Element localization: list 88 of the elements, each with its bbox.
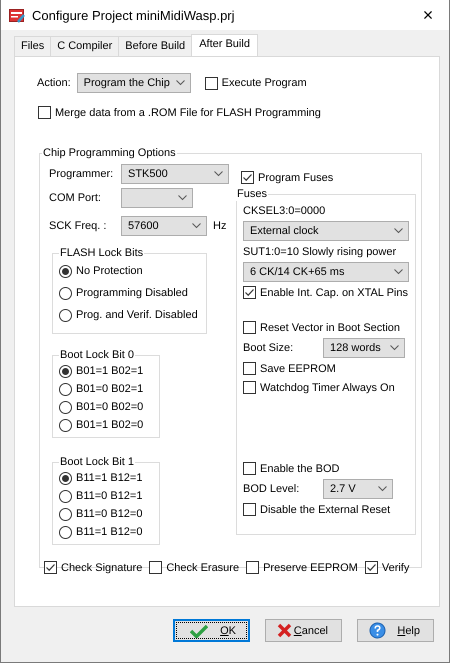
tab[interactable]: After Build — [191, 34, 258, 56]
radio-option[interactable]: Programming Disabled — [59, 282, 200, 304]
radio-button[interactable] — [59, 308, 72, 322]
checkbox[interactable]: Program Fuses — [241, 171, 416, 184]
checkbox[interactable]: Preserve EEPROM — [246, 561, 358, 574]
radio-option[interactable]: B01=0 B02=1 — [59, 380, 153, 398]
help-icon — [369, 622, 386, 639]
checkbox[interactable]: Enable the BOD — [243, 462, 340, 475]
window-title: Configure Project miniMidiWasp.prj — [32, 8, 236, 22]
checkbox-icon[interactable] — [243, 321, 256, 334]
ok-button[interactable]: OK — [173, 619, 250, 642]
field-label: BOD Level: — [243, 483, 300, 495]
checkbox[interactable]: Disable the External Reset — [243, 503, 390, 516]
radio-option[interactable]: B01=0 B02=0 — [59, 398, 153, 416]
chevron-down-icon — [192, 223, 201, 229]
dropdown[interactable]: 57600 — [121, 216, 207, 236]
checkbox[interactable]: Watchdog Timer Always On — [243, 381, 395, 394]
x-icon — [277, 623, 292, 638]
checkbox[interactable]: Reset Vector in Boot Section — [243, 321, 400, 334]
dropdown[interactable]: 2.7 V — [323, 479, 393, 499]
checkbox-icon[interactable] — [243, 362, 256, 375]
help-button[interactable]: Help — [357, 619, 434, 642]
radio-button[interactable] — [59, 264, 72, 278]
fuse-label: SUT1:0=10 Slowly rising power — [243, 246, 396, 258]
chevron-down-icon — [214, 171, 223, 177]
checkmark-icon — [190, 624, 208, 638]
chevron-down-icon — [394, 269, 403, 275]
checkbox-icon[interactable] — [246, 561, 260, 574]
radio-button[interactable] — [59, 418, 72, 432]
tab[interactable]: Files — [14, 36, 52, 56]
checkbox[interactable]: Enable Int. Cap. on XTAL Pins — [243, 286, 408, 299]
radio-option[interactable]: B11=0 B12=1 — [59, 487, 153, 505]
checkbox[interactable]: Verify — [364, 561, 410, 574]
radio-button[interactable] — [59, 382, 72, 396]
radio-button[interactable] — [59, 508, 72, 520]
dropdown[interactable]: Program the Chip — [76, 73, 191, 93]
radio-button[interactable] — [59, 364, 72, 378]
group-title: Chip Programming Options — [43, 147, 176, 159]
checkbox[interactable]: Save EEPROM — [243, 362, 336, 375]
checkbox[interactable]: Check Erasure — [149, 561, 240, 574]
checkbox[interactable]: Execute Program — [204, 76, 307, 90]
dropdown[interactable]: STK500 — [121, 164, 229, 184]
cancel-button[interactable]: Cancel — [265, 619, 342, 642]
checkbox-icon[interactable] — [204, 76, 218, 90]
checkbox-icon[interactable] — [364, 561, 378, 574]
app-icon — [9, 7, 25, 23]
unit-label: Hz — [213, 220, 226, 232]
checkbox-icon[interactable] — [243, 503, 256, 516]
checkbox-icon[interactable] — [38, 106, 51, 119]
checkbox[interactable]: Merge data from a .ROM File for FLASH Programming — [38, 106, 321, 119]
dropdown[interactable]: 6 CK/14 CK+65 ms — [243, 262, 409, 282]
checkbox-icon[interactable] — [44, 561, 57, 574]
action-label: Action: — [37, 77, 71, 89]
group-title: Fuses — [237, 188, 267, 200]
chevron-down-icon — [394, 228, 403, 234]
radio-option[interactable]: No Protection — [59, 260, 200, 282]
radio-button[interactable] — [59, 400, 72, 414]
radio-button[interactable] — [59, 490, 72, 502]
fuse-label: CKSEL3:0=0000 — [243, 204, 326, 216]
radio-option[interactable]: Prog. and Verif. Disabled — [59, 304, 200, 326]
radio-button[interactable] — [59, 472, 72, 484]
radio-option[interactable]: B11=0 B12=0 — [59, 505, 153, 523]
chevron-down-icon — [178, 195, 187, 201]
dropdown[interactable]: 128 words — [323, 338, 405, 358]
radio-button[interactable] — [59, 286, 72, 300]
radio-option[interactable]: B11=1 B12=0 — [59, 523, 153, 541]
checkbox[interactable]: Check Signature — [44, 561, 142, 574]
checkbox-icon[interactable] — [243, 286, 256, 299]
field-label: Boot Size: — [243, 342, 294, 354]
chevron-down-icon — [176, 80, 185, 86]
group-title: FLASH Lock Bits — [60, 247, 144, 259]
dropdown[interactable]: External clock — [243, 221, 409, 241]
checkbox-icon[interactable] — [243, 381, 256, 394]
group-title: Boot Lock Bit 0 — [60, 349, 134, 361]
checkbox-icon[interactable] — [241, 171, 254, 184]
checkbox-icon[interactable] — [149, 561, 162, 574]
chevron-down-icon — [390, 345, 399, 351]
chevron-down-icon — [378, 486, 387, 492]
field-label: COM Port: — [49, 192, 102, 204]
checkbox-icon[interactable] — [243, 462, 256, 475]
radio-option[interactable]: B11=1 B12=1 — [59, 469, 153, 487]
field-label: SCK Freq. : — [49, 220, 108, 232]
close-button[interactable]: × — [413, 0, 443, 30]
radio-option[interactable]: B01=1 B02=1 — [59, 362, 153, 380]
radio-option[interactable]: B01=1 B02=0 — [59, 416, 153, 434]
group-title: Boot Lock Bit 1 — [60, 456, 134, 468]
field-label: Programmer: — [49, 168, 114, 180]
radio-button[interactable] — [59, 526, 72, 538]
